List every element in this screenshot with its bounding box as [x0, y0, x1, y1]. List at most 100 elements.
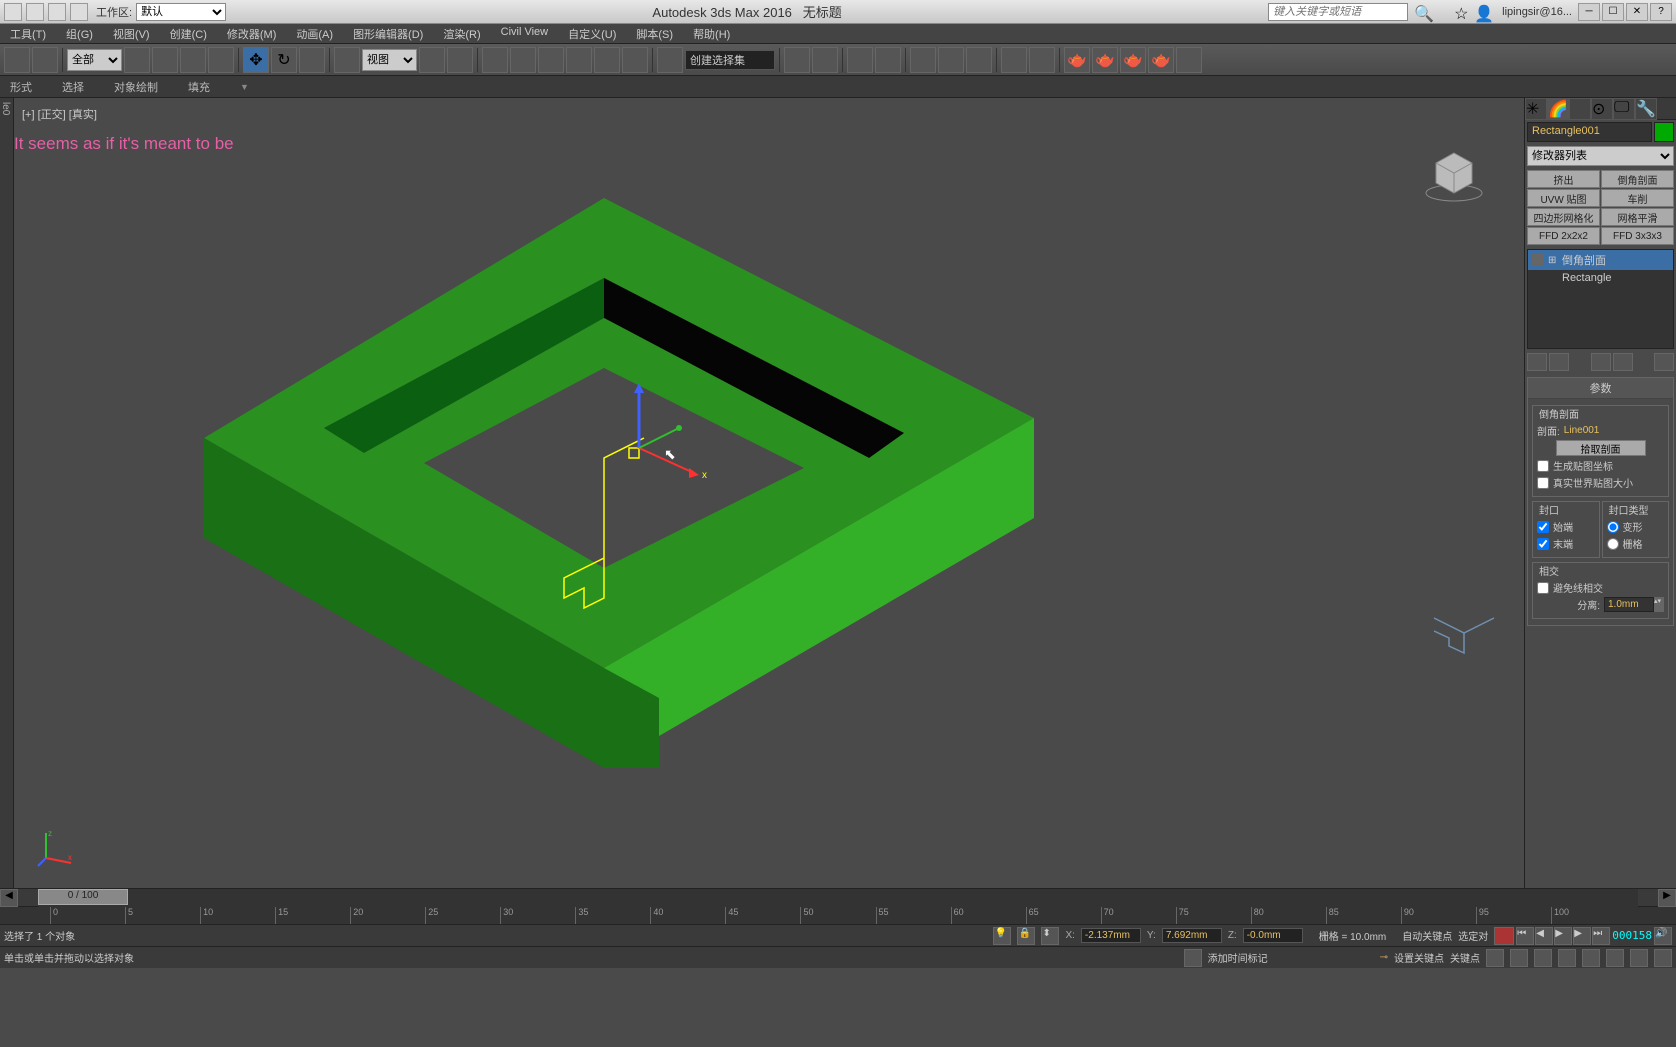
- tool-1[interactable]: [4, 47, 30, 73]
- render-3[interactable]: 🫖: [1120, 47, 1146, 73]
- vol-icon[interactable]: 🔊: [1654, 927, 1672, 945]
- layer-tool[interactable]: [847, 47, 873, 73]
- align-tool[interactable]: [812, 47, 838, 73]
- pin-stack[interactable]: [1527, 353, 1547, 371]
- redo-icon[interactable]: [48, 3, 66, 21]
- move-tool[interactable]: ✥: [243, 47, 269, 73]
- menu-view[interactable]: 视图(V): [103, 24, 160, 43]
- spinner-buttons[interactable]: ▴▾: [1654, 597, 1664, 612]
- keyfilter-label[interactable]: 关键点: [1450, 950, 1480, 965]
- render-2[interactable]: 🫖: [1092, 47, 1118, 73]
- prev-frame[interactable]: ◀: [1535, 927, 1553, 945]
- nav-8[interactable]: [1654, 949, 1672, 967]
- stack-item-rect[interactable]: Rectangle: [1528, 270, 1673, 286]
- pick-profile-button[interactable]: 拾取剖面: [1556, 440, 1646, 456]
- utilities-tab[interactable]: 🔧: [1635, 98, 1657, 120]
- y-input[interactable]: [1162, 928, 1222, 943]
- snap-s[interactable]: [594, 47, 620, 73]
- nav-4[interactable]: [1558, 949, 1576, 967]
- btn-ffd2[interactable]: FFD 2x2x2: [1527, 227, 1600, 245]
- util-icon[interactable]: [1434, 4, 1450, 20]
- modifier-list-select[interactable]: 修改器列表: [1527, 146, 1674, 166]
- viewport-label[interactable]: [+] [正交] [真实]: [22, 106, 97, 122]
- lock-icon[interactable]: 💡: [993, 927, 1011, 945]
- sellock-label[interactable]: 选定对: [1458, 928, 1488, 943]
- select-window-tool[interactable]: [208, 47, 234, 73]
- menu-script[interactable]: 脚本(S): [626, 24, 683, 43]
- user-icon[interactable]: 👤: [1474, 4, 1490, 20]
- filter-select[interactable]: 全部: [67, 49, 122, 71]
- menu-animation[interactable]: 动画(A): [286, 24, 343, 43]
- named-set-input[interactable]: [685, 50, 775, 70]
- btn-quad[interactable]: 四边形网格化: [1527, 208, 1600, 226]
- display-tab[interactable]: 🖵: [1613, 98, 1635, 120]
- tool-2[interactable]: [32, 47, 58, 73]
- cap-start-checkbox[interactable]: [1537, 521, 1549, 533]
- nav-6[interactable]: [1606, 949, 1624, 967]
- refsys-select[interactable]: 视图: [362, 49, 417, 71]
- modifier-stack[interactable]: ⊞ 倒角剖面 Rectangle: [1527, 249, 1674, 349]
- setkey-label[interactable]: 设置关键点: [1394, 950, 1444, 965]
- select-name-tool[interactable]: [152, 47, 178, 73]
- btn-extrude[interactable]: 挤出: [1527, 170, 1600, 188]
- snap-s2[interactable]: [622, 47, 648, 73]
- menu-tools[interactable]: 工具(T): [0, 24, 56, 43]
- cap-morph-radio[interactable]: [1607, 521, 1619, 533]
- material-tool[interactable]: [966, 47, 992, 73]
- z-input[interactable]: [1243, 928, 1303, 943]
- real-world-checkbox[interactable]: [1537, 477, 1549, 489]
- nav-3[interactable]: [1534, 949, 1552, 967]
- snap-spinner[interactable]: [566, 47, 592, 73]
- create-tab[interactable]: ✳: [1525, 98, 1547, 120]
- refsys-tool[interactable]: [334, 47, 360, 73]
- render-4[interactable]: 🫖: [1148, 47, 1174, 73]
- menu-civil[interactable]: Civil View: [491, 24, 558, 43]
- help-button[interactable]: ?: [1650, 3, 1672, 21]
- scene-tool[interactable]: [875, 47, 901, 73]
- config-sets[interactable]: [1654, 353, 1674, 371]
- cap-grid-radio[interactable]: [1607, 538, 1619, 550]
- snap-toggle[interactable]: [482, 47, 508, 73]
- btn-bevel[interactable]: 倒角剖面: [1601, 170, 1674, 188]
- remove-mod[interactable]: [1613, 353, 1633, 371]
- expand-icon[interactable]: ⊞: [1548, 255, 1558, 266]
- goto-end[interactable]: ⏭: [1592, 927, 1610, 945]
- goto-start[interactable]: ⏮: [1516, 927, 1534, 945]
- motion-tab[interactable]: ⊙: [1591, 98, 1613, 120]
- snap-angle[interactable]: [510, 47, 536, 73]
- pivot-tool[interactable]: [419, 47, 445, 73]
- select-rect-tool[interactable]: [180, 47, 206, 73]
- link-icon[interactable]: [70, 3, 88, 21]
- unique[interactable]: [1591, 353, 1611, 371]
- left-tab[interactable]: le0: [0, 98, 11, 119]
- btn-uvw[interactable]: UVW 贴图: [1527, 189, 1600, 207]
- render-5[interactable]: [1176, 47, 1202, 73]
- scale-tool[interactable]: [299, 47, 325, 73]
- menu-render[interactable]: 渲染(R): [433, 24, 490, 43]
- rollout-header[interactable]: 参数: [1528, 378, 1673, 399]
- time-handle[interactable]: 0 / 100: [38, 889, 128, 905]
- viewport[interactable]: [+] [正交] [真实] It seems as if it's meant …: [14, 98, 1524, 888]
- next-frame[interactable]: ▶: [1573, 927, 1591, 945]
- add-marker-label[interactable]: 添加时间标记: [1208, 950, 1268, 965]
- nav-1[interactable]: [1486, 949, 1504, 967]
- nav-7[interactable]: [1630, 949, 1648, 967]
- time-next[interactable]: ▶: [1658, 889, 1676, 907]
- object-name-field[interactable]: Rectangle001: [1527, 122, 1652, 142]
- time-slider[interactable]: 0 / 100: [38, 889, 1638, 907]
- show-end[interactable]: [1549, 353, 1569, 371]
- render-1[interactable]: 🫖: [1064, 47, 1090, 73]
- ribbon-select[interactable]: 选择: [62, 79, 84, 95]
- minimize-button[interactable]: ─: [1578, 3, 1600, 21]
- visibility-icon[interactable]: [1532, 254, 1544, 266]
- script-icon[interactable]: [1184, 949, 1202, 967]
- named-tool[interactable]: [657, 47, 683, 73]
- gen-coords-checkbox[interactable]: [1537, 460, 1549, 472]
- close-button[interactable]: ✕: [1626, 3, 1648, 21]
- viewcube[interactable]: [1424, 143, 1484, 203]
- ribbon-fill[interactable]: 填充: [188, 79, 210, 95]
- menu-modifier[interactable]: 修改器(M): [217, 24, 287, 43]
- binoculars-icon[interactable]: 🔍: [1414, 4, 1430, 20]
- menu-graph[interactable]: 图形编辑器(D): [343, 24, 433, 43]
- menu-help[interactable]: 帮助(H): [683, 24, 740, 43]
